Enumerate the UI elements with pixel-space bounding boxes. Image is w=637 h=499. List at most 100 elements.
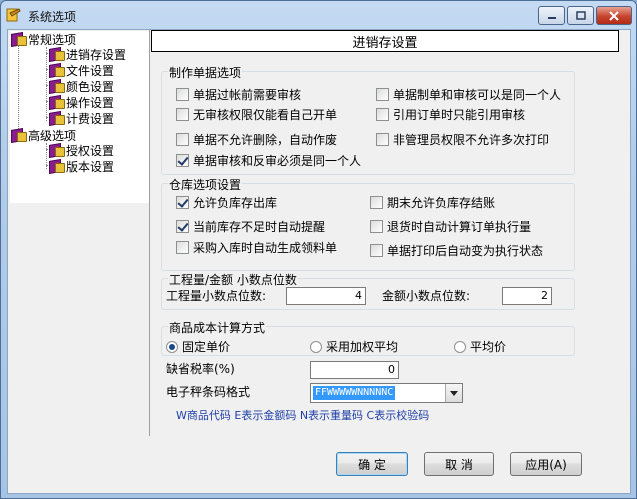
dropdown-button[interactable] [445,384,462,402]
title-bar[interactable]: 系统选项 [1,1,636,29]
option-label: 无审核权限仅能看自己开单 [193,108,338,122]
stock-options-group: 仓库选项设置 允许负库存出库 期末允许负库存结账 当前库存不足时自动提醒 退货时… [161,176,575,271]
option-allow-negative-stock[interactable]: 允许负库存出库 [176,194,277,211]
book-icon [48,63,65,77]
tree-item-jxc-settings[interactable]: 进销存设置 [48,46,127,62]
amount-decimal-label: 金额小数点位数: [382,289,471,303]
minimize-icon [547,16,556,19]
option-review-before-posting[interactable]: 单据过帐前需要审核 [176,86,301,103]
checkbox[interactable] [376,88,389,101]
tree-item-file-settings[interactable]: 文件设置 [48,62,114,78]
doc-options-title: 制作单据选项 [168,64,243,81]
panel-title: 进销存设置 [151,30,619,52]
checkbox[interactable] [176,220,189,233]
close-icon [609,10,619,21]
system-options-window: 系统选项 常规选项 进销存设置 文件设置 颜色设置 操作设置 计费设置 高级选项… [0,0,637,499]
checkbox[interactable] [376,133,389,146]
checkbox[interactable] [370,220,383,233]
option-no-delete-auto-void[interactable]: 单据不允许删除，自动作废 [176,131,337,148]
option-label: 退货时自动计算订单执行量 [387,220,532,234]
book-icon [48,143,65,157]
radio-dot[interactable] [310,340,322,353]
book-icon [48,79,65,93]
radio-weighted-average[interactable]: 采用加权平均 [310,338,398,355]
close-button[interactable] [596,6,632,25]
cost-method-title: 商品成本计算方式 [168,319,267,336]
option-label: 单据打印后自动变为执行状态 [387,244,544,258]
option-label: 当前库存不足时自动提醒 [193,220,326,234]
tree-item-license-settings[interactable]: 授权设置 [48,142,114,158]
option-return-calc-order[interactable]: 退货时自动计算订单执行量 [370,218,531,235]
barcode-format-label: 电子秤条码格式 [166,385,251,399]
option-period-end-negative[interactable]: 期末允许负库存结账 [370,194,495,211]
checkbox[interactable] [176,88,189,101]
checkbox[interactable] [176,154,189,167]
option-label: 采购入库时自动生成领料单 [193,241,338,255]
radio-average-price[interactable]: 平均价 [454,338,506,355]
checkbox[interactable] [176,133,189,146]
window-title: 系统选项 [28,10,77,24]
checkbox[interactable] [370,196,383,209]
checkbox[interactable] [376,108,389,121]
tree-item-operation-settings[interactable]: 操作设置 [48,94,114,110]
tree-item-label: 文件设置 [66,63,115,78]
app-icon [6,8,21,22]
radio-label: 固定单价 [182,340,231,354]
tax-rate-label: 缺省税率(%) [166,362,235,376]
book-icon [48,111,65,125]
dialog-body: 常规选项 进销存设置 文件设置 颜色设置 操作设置 计费设置 高级选项 授权设置… [7,29,631,494]
tree-item-label: 颜色设置 [66,79,115,94]
tree-item-billing-settings[interactable]: 计费设置 [48,110,114,126]
book-icon [48,95,65,109]
checkbox[interactable] [176,196,189,209]
apply-button[interactable]: 应用(A) [510,452,582,476]
book-icon [10,128,27,142]
tree-item-label: 计费设置 [66,111,115,126]
tax-rate-input[interactable]: 0 [310,361,399,379]
tree-item-version-settings[interactable]: 版本设置 [48,158,114,174]
cancel-button[interactable]: 取 消 [424,452,494,476]
radio-dot[interactable] [166,340,178,353]
option-label: 允许负库存出库 [193,196,278,210]
option-print-auto-execute[interactable]: 单据打印后自动变为执行状态 [370,242,543,259]
option-view-own-only[interactable]: 无审核权限仅能看自己开单 [176,106,337,123]
options-tree[interactable]: 常规选项 进销存设置 文件设置 颜色设置 操作设置 计费设置 高级选项 授权设置… [10,31,149,203]
radio-fixed-price[interactable]: 固定单价 [166,338,230,355]
chevron-down-icon [450,390,458,396]
checkbox[interactable] [370,244,383,257]
maximize-button[interactable] [567,6,594,25]
checkbox[interactable] [176,241,189,254]
option-label: 非管理员权限不允许多次打印 [393,133,550,147]
doc-options-group: 制作单据选项 单据过帐前需要审核 单据制单和审核可以是同一个人 无审核权限仅能看… [161,64,575,175]
tree-item-label: 操作设置 [66,95,115,110]
tree-item-color-settings[interactable]: 颜色设置 [48,78,114,94]
option-label: 单据审核和反审必须是同一个人 [193,154,362,168]
option-no-multiple-print[interactable]: 非管理员权限不允许多次打印 [376,131,549,148]
checkbox[interactable] [176,108,189,121]
radio-label: 采用加权平均 [326,340,399,354]
ok-button[interactable]: 确 定 [336,452,408,476]
option-label: 期末允许负库存结账 [387,196,496,210]
qty-decimal-input[interactable]: 4 [286,287,366,305]
option-label: 单据制单和审核可以是同一个人 [393,88,562,102]
minimize-button[interactable] [538,6,565,25]
book-icon [10,32,27,46]
barcode-format-hint: W商品代码 E表示金额码 N表示重量码 C表示校验码 [176,409,430,422]
maximize-icon [575,11,586,20]
radio-label: 平均价 [470,340,507,354]
decimal-group-title: 工程量/金额 小数点位数 [168,271,298,288]
option-auto-material-requisition[interactable]: 采购入库时自动生成领料单 [176,239,337,256]
book-icon [48,47,65,61]
option-same-approver-unapprover[interactable]: 单据审核和反审必须是同一个人 [176,152,361,169]
option-same-maker-reviewer[interactable]: 单据制单和审核可以是同一个人 [376,86,561,103]
settings-panel: 进销存设置 制作单据选项 单据过帐前需要审核 单据制单和审核可以是同一个人 无审… [149,30,630,436]
tree-item-label: 版本设置 [66,159,115,174]
option-label: 引用订单时只能引用审核 [393,108,526,122]
radio-dot[interactable] [454,340,466,353]
barcode-format-select[interactable]: FFWWWWWNNNNNC [310,383,463,403]
option-low-stock-alert[interactable]: 当前库存不足时自动提醒 [176,218,325,235]
amount-decimal-input[interactable]: 2 [502,287,552,305]
tree-item-label: 进销存设置 [66,47,127,62]
option-reference-reviewed-orders[interactable]: 引用订单时只能引用审核 [376,106,525,123]
tree-item-label: 授权设置 [66,143,115,158]
